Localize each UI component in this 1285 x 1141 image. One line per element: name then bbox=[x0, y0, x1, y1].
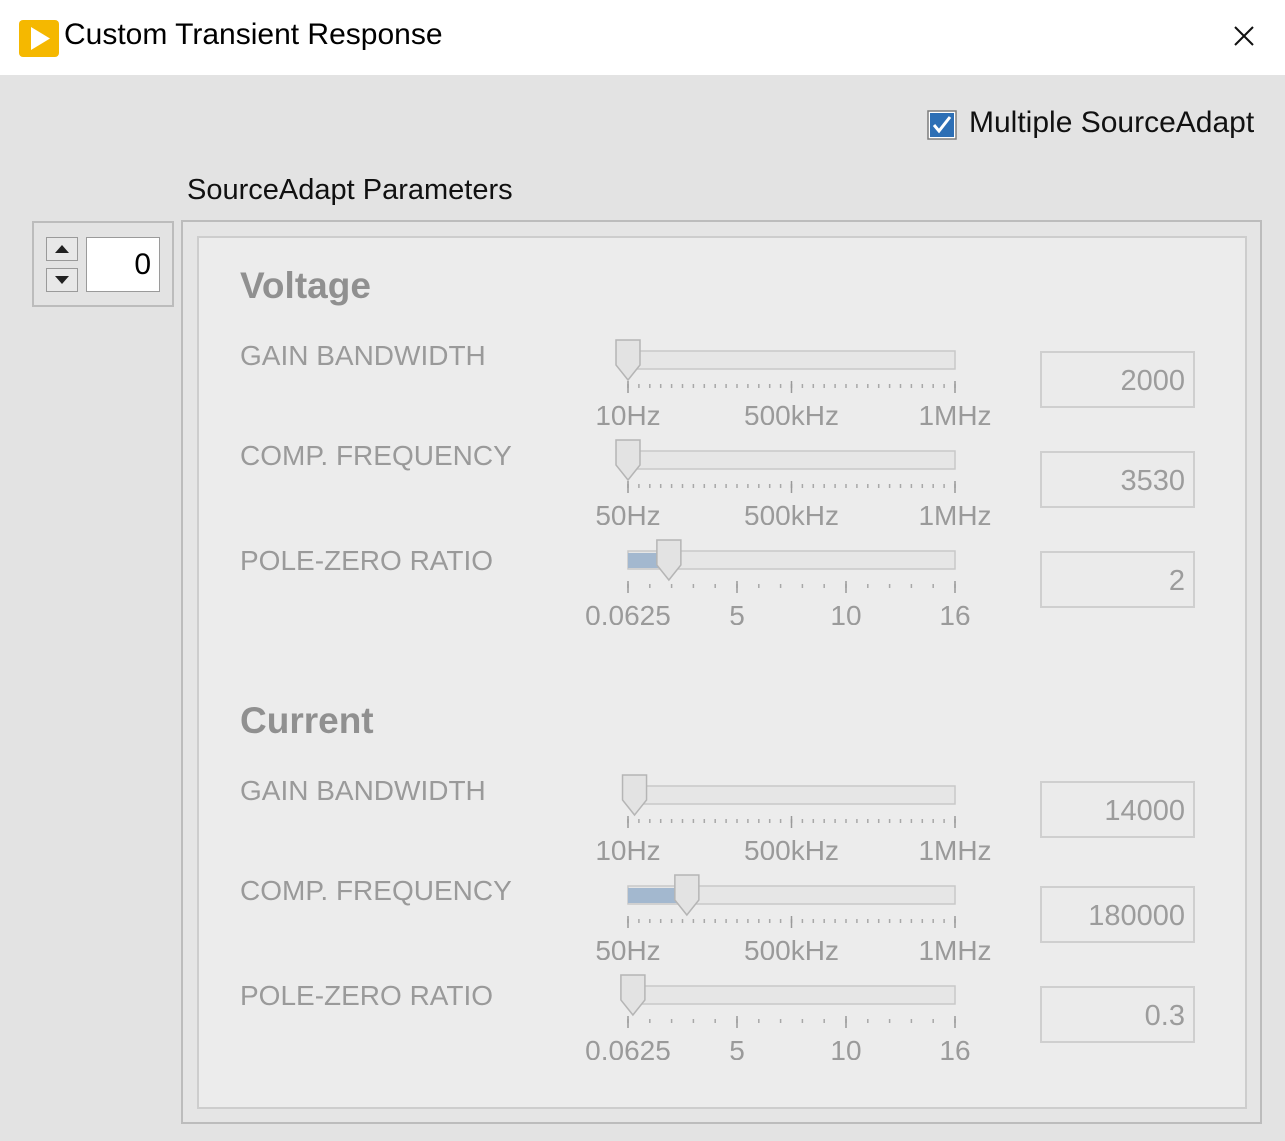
tick-label: 16 bbox=[939, 600, 970, 625]
tick-label: 10Hz bbox=[595, 400, 660, 425]
current-comp-frequency-label: COMP. FREQUENCY bbox=[240, 875, 512, 906]
decrement-button[interactable] bbox=[46, 268, 78, 292]
tick-label: 0.0625 bbox=[585, 1035, 671, 1060]
voltage-gain-bandwidth-label: GAIN BANDWIDTH bbox=[240, 340, 486, 371]
slider-track[interactable] bbox=[627, 350, 956, 370]
tick-label: 1MHz bbox=[918, 500, 991, 525]
current-gain-bandwidth-slider[interactable]: 10Hz 500kHz 1MHz bbox=[580, 770, 1010, 860]
slider-handle[interactable] bbox=[674, 874, 700, 917]
current-pole-zero-ratio-value[interactable]: 0.3 bbox=[1040, 986, 1195, 1043]
voltage-gain-bandwidth-value[interactable]: 2000 bbox=[1040, 351, 1195, 408]
tick-label: 10 bbox=[830, 600, 861, 625]
arrow-down-icon bbox=[55, 276, 69, 284]
voltage-comp-frequency-label: COMP. FREQUENCY bbox=[240, 440, 512, 471]
tick-label: 50Hz bbox=[595, 935, 660, 960]
array-index-input[interactable]: 0 bbox=[86, 237, 160, 292]
close-icon bbox=[1234, 26, 1254, 46]
voltage-pole-zero-ratio-label: POLE-ZERO RATIO bbox=[240, 545, 494, 576]
current-gain-bandwidth-label: GAIN BANDWIDTH bbox=[240, 775, 486, 806]
multiple-sourceadapt-label[interactable]: Multiple SourceAdapt bbox=[969, 106, 1254, 140]
voltage-comp-frequency-value[interactable]: 3530 bbox=[1040, 451, 1195, 508]
tick-label: 50Hz bbox=[595, 500, 660, 525]
slider-handle[interactable] bbox=[615, 439, 641, 482]
slider-handle[interactable] bbox=[656, 539, 682, 582]
tick-label: 500kHz bbox=[744, 835, 839, 860]
close-button[interactable] bbox=[1222, 16, 1266, 56]
current-comp-frequency-slider[interactable]: 50Hz 500kHz 1MHz bbox=[580, 870, 1010, 960]
voltage-section-title: Voltage bbox=[240, 265, 371, 306]
multiple-sourceadapt-checkbox[interactable] bbox=[927, 110, 957, 140]
tick-label: 5 bbox=[729, 1035, 745, 1060]
slider-handle[interactable] bbox=[621, 774, 648, 817]
tick-label: 500kHz bbox=[744, 400, 839, 425]
tick-label: 500kHz bbox=[744, 500, 839, 525]
tick-label: 16 bbox=[939, 1035, 970, 1060]
slider-handle[interactable] bbox=[615, 339, 641, 382]
current-gain-bandwidth-value[interactable]: 14000 bbox=[1040, 781, 1195, 838]
current-comp-frequency-value[interactable]: 180000 bbox=[1040, 886, 1195, 943]
voltage-gain-bandwidth-slider[interactable]: 10Hz 500kHz 1MHz bbox=[580, 335, 1010, 425]
tick-label: 1MHz bbox=[918, 835, 991, 860]
tick-label: 1MHz bbox=[918, 400, 991, 425]
current-pole-zero-ratio-slider[interactable]: 0.0625 5 10 16 bbox=[580, 970, 1010, 1060]
current-section-title: Current bbox=[240, 700, 374, 741]
title-bar: Custom Transient Response bbox=[0, 0, 1285, 75]
increment-button[interactable] bbox=[46, 237, 78, 261]
tick-label: 10 bbox=[830, 1035, 861, 1060]
sourceadapt-parameters-label: SourceAdapt Parameters bbox=[187, 174, 513, 206]
voltage-pole-zero-ratio-slider[interactable]: 0.0625 5 10 16 bbox=[580, 535, 1010, 625]
voltage-pole-zero-ratio-value[interactable]: 2 bbox=[1040, 551, 1195, 608]
tick-label: 10Hz bbox=[595, 835, 660, 860]
arrow-up-icon bbox=[55, 245, 69, 253]
tick-label: 5 bbox=[729, 600, 745, 625]
slider-track[interactable] bbox=[627, 785, 956, 805]
window-title: Custom Transient Response bbox=[64, 18, 443, 51]
tick-label: 0.0625 bbox=[585, 600, 671, 625]
app-logo-icon bbox=[19, 20, 59, 57]
slider-track[interactable] bbox=[627, 450, 956, 470]
current-pole-zero-ratio-label: POLE-ZERO RATIO bbox=[240, 980, 494, 1011]
slider-track[interactable] bbox=[627, 985, 956, 1005]
tick-label: 500kHz bbox=[744, 935, 839, 960]
tick-label: 1MHz bbox=[918, 935, 991, 960]
voltage-comp-frequency-slider[interactable]: 50Hz 500kHz 1MHz bbox=[580, 435, 1010, 525]
slider-handle[interactable] bbox=[620, 974, 646, 1017]
